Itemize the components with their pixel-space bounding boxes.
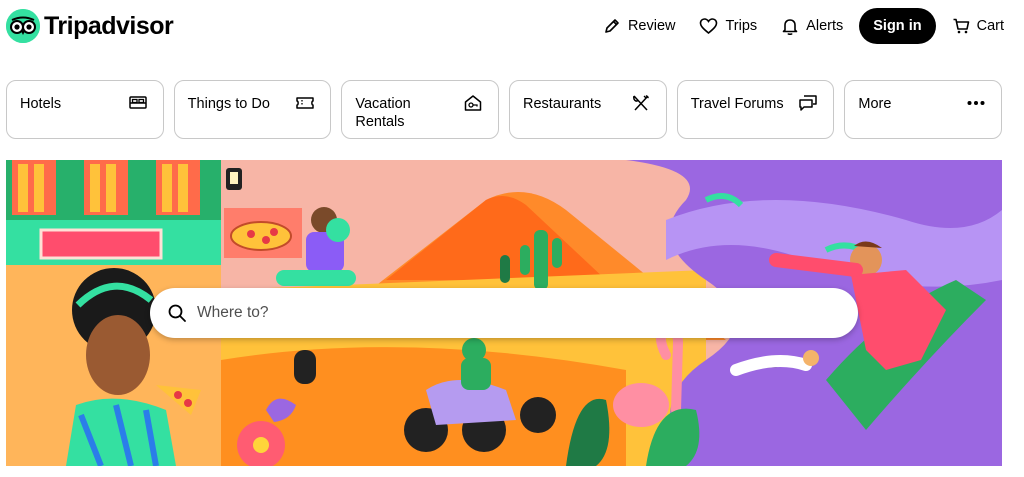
category-label: Things to Do	[187, 96, 270, 112]
category-travel-forums[interactable]: Travel Forums	[676, 80, 835, 139]
cart-link[interactable]: Cart	[952, 17, 1004, 35]
house-icon	[464, 95, 482, 111]
category-tiles: Hotels Things to Do Vacation Rentals Res…	[6, 80, 1003, 139]
bell-icon	[782, 18, 798, 35]
trips-link[interactable]: Trips	[699, 17, 757, 35]
category-hotels[interactable]: Hotels	[6, 80, 164, 139]
ticket-icon	[296, 97, 315, 109]
top-header: Tripadvisor Review Trips Alerts Sign in	[0, 0, 1024, 54]
cart-label: Cart	[976, 18, 1004, 34]
brand-name: Tripadvisor	[44, 11, 174, 40]
bed-icon	[128, 96, 147, 109]
review-link[interactable]: Review	[603, 17, 676, 35]
utensils-icon	[632, 95, 649, 111]
search-icon	[168, 304, 186, 322]
category-label: Travel Forums	[690, 96, 784, 112]
category-label: Vacation Rentals	[355, 96, 411, 130]
owl-logo-icon	[6, 9, 40, 43]
cart-icon	[953, 18, 969, 34]
category-label: Restaurants	[523, 96, 602, 112]
review-label: Review	[627, 18, 676, 34]
heart-icon	[700, 18, 718, 35]
more-dots-icon	[967, 101, 985, 105]
alerts-link[interactable]: Alerts	[781, 17, 843, 36]
category-more[interactable]: More	[844, 80, 1003, 139]
header-nav: Review Trips Alerts Sign in Cart	[579, 8, 1004, 44]
category-things-to-do[interactable]: Things to Do	[173, 80, 332, 139]
chat-bubbles-icon	[799, 95, 818, 111]
alerts-label: Alerts	[806, 18, 844, 34]
category-label: Hotels	[20, 96, 62, 112]
category-label: More	[858, 96, 892, 112]
search-bar[interactable]	[150, 288, 858, 338]
category-vacation-rentals[interactable]: Vacation Rentals	[341, 80, 500, 139]
search-input[interactable]	[197, 304, 817, 322]
category-restaurants[interactable]: Restaurants	[509, 80, 667, 139]
trips-label: Trips	[725, 18, 758, 34]
sign-in-button[interactable]: Sign in	[859, 8, 936, 44]
tripadvisor-logo[interactable]: Tripadvisor	[6, 8, 174, 44]
pencil-icon	[605, 19, 619, 33]
